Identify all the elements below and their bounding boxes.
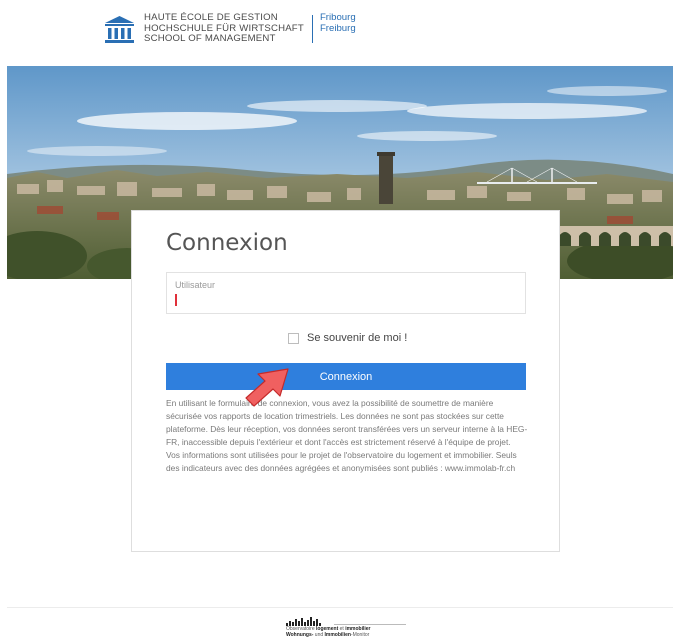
school-city: Fribourg Freiburg [319,12,356,34]
school-logo: HAUTE ÉCOLE DE GESTION HOCHSCHULE FÜR WI… [103,12,356,47]
footer-divider [7,607,673,608]
school-building-icon [105,16,134,43]
login-title: Connexion [166,230,288,256]
observatory-name-de: Wohnungs- und Immobilien-Monitor [286,632,370,638]
login-submit-button[interactable]: Connexion [166,363,526,390]
school-name-line-fr: HAUTE ÉCOLE DE GESTION [144,12,278,23]
footer-logo-rule [334,624,406,625]
username-field[interactable]: Utilisateur [166,272,526,314]
text-caret [175,294,177,306]
city-fr: Fribourg [319,12,356,23]
school-name-line-en: SCHOOL OF MANAGEMENT [144,33,276,45]
privacy-info-text: En utilisant le formulaire de connexion,… [166,397,530,474]
remember-me-checkbox[interactable] [288,332,299,344]
remember-me-label[interactable]: Se souvenir de moi ! [307,332,407,344]
city-de: Freiburg [319,22,356,34]
username-label: Utilisateur [175,280,216,290]
mouse-pointer-icon [245,368,289,407]
login-card: Connexion Utilisateur Se souvenir de moi… [131,210,560,552]
school-name: HAUTE ÉCOLE DE GESTION HOCHSCHULE FÜR WI… [144,12,304,45]
observatory-logo: Observatoire logement et immobilier Wohn… [286,616,406,638]
bar-chart-logo-icon [286,616,322,626]
info-paragraph-1: En utilisant le formulaire de connexion,… [166,398,528,447]
info-paragraph-2: Vos informations sont utilisées pour le … [166,449,517,473]
logo-divider [311,15,313,43]
remember-me[interactable]: Se souvenir de moi ! [288,332,407,344]
